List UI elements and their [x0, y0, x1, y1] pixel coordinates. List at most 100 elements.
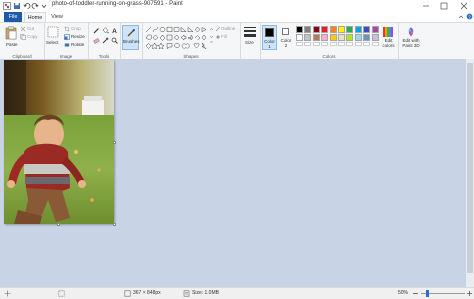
palette-color-swatch[interactable] — [371, 26, 379, 33]
palette-color-swatch[interactable] — [363, 26, 371, 33]
toddler-photo — [4, 60, 114, 224]
cut-icon[interactable] — [20, 26, 26, 32]
custom-color-slot[interactable] — [321, 42, 329, 46]
image-group: Select Crop Resize Rotate Image — [44, 23, 89, 60]
minimize-button[interactable] — [418, 0, 434, 12]
tools-group: A Tools — [88, 23, 121, 60]
edit-with-paint3d-button[interactable]: Edit with Paint 3D — [400, 25, 422, 50]
palette-color-swatch[interactable] — [346, 34, 354, 41]
paste-button[interactable]: Paste — [6, 42, 18, 47]
tab-view[interactable]: View — [48, 12, 66, 22]
collapse-ribbon-icon[interactable] — [458, 14, 464, 20]
close-button[interactable] — [456, 0, 472, 12]
svg-text:A: A — [112, 28, 117, 34]
help-icon[interactable]: ? — [466, 13, 473, 20]
crop-icon[interactable] — [64, 26, 70, 32]
brush-icon — [127, 28, 136, 37]
fill-icon[interactable] — [102, 27, 109, 34]
size-group: Size — [240, 23, 261, 60]
status-bar: 367 × 848px Size: 1.0MB 50% — [0, 287, 474, 299]
magnifier-icon[interactable] — [111, 37, 118, 44]
edit-colors-label: Edit colors — [382, 38, 395, 48]
color2-button[interactable]: Color 2 — [279, 25, 294, 50]
edit-colors-icon — [383, 27, 393, 37]
palette-color-swatch[interactable] — [321, 26, 329, 33]
custom-color-slot[interactable] — [371, 42, 379, 46]
vertical-scrollbar[interactable] — [466, 59, 474, 287]
shapes-group: Outline Fill Shapes — [142, 23, 241, 60]
fill-button[interactable]: Fill — [221, 34, 227, 39]
crop-button[interactable]: Crop — [71, 26, 81, 31]
size-button[interactable]: Size — [245, 40, 254, 45]
resize-handle-bottom[interactable] — [57, 223, 60, 226]
ribbon: Paste Cut Copy Clipboard Select Crop Res… — [0, 22, 474, 61]
zoom-in-icon[interactable] — [466, 290, 473, 297]
quick-access-dropdown-icon[interactable] — [40, 2, 48, 10]
text-icon[interactable]: A — [111, 27, 118, 34]
brushes-button[interactable]: Brushes — [122, 25, 140, 50]
cut-button[interactable]: Cut — [27, 26, 34, 31]
custom-color-slot[interactable] — [329, 42, 337, 46]
redo-icon[interactable] — [31, 2, 39, 10]
custom-color-slot[interactable] — [312, 42, 320, 46]
cursor-position-icon — [4, 290, 11, 297]
resize-icon[interactable] — [64, 34, 70, 40]
canvas-image[interactable] — [4, 60, 114, 224]
palette-color-swatch[interactable] — [346, 26, 354, 33]
color2-swatch — [282, 28, 289, 35]
custom-color-slot[interactable] — [296, 42, 303, 46]
resize-button[interactable]: Resize — [71, 34, 85, 39]
palette-color-swatch[interactable] — [312, 26, 320, 33]
palette-color-swatch[interactable] — [354, 26, 362, 33]
palette-color-swatch[interactable] — [363, 34, 371, 41]
vertical-scrollbar-thumb[interactable] — [467, 63, 473, 273]
zoom-slider-thumb[interactable] — [426, 290, 429, 297]
palette-color-swatch[interactable] — [304, 26, 312, 33]
palette-color-swatch[interactable] — [338, 34, 345, 41]
custom-color-slot[interactable] — [346, 42, 354, 46]
palette-color-swatch[interactable] — [304, 34, 312, 41]
palette-color-swatch[interactable] — [338, 26, 345, 33]
color1-button[interactable]: Color 1 — [262, 25, 277, 50]
pencil-icon[interactable] — [93, 27, 100, 34]
outline-button[interactable]: Outline — [221, 26, 235, 31]
paste-icon[interactable] — [5, 26, 17, 40]
palette-color-swatch[interactable] — [329, 34, 337, 41]
color-picker-icon[interactable] — [102, 37, 109, 44]
palette-color-swatch[interactable] — [371, 34, 379, 41]
palette-color-swatch[interactable] — [354, 34, 362, 41]
custom-color-slot[interactable] — [304, 42, 312, 46]
copy-button[interactable]: Copy — [27, 34, 38, 39]
resize-handle-right[interactable] — [113, 141, 116, 144]
resize-handle-corner[interactable] — [113, 223, 116, 226]
rotate-icon[interactable] — [64, 42, 70, 48]
save-icon[interactable] — [13, 2, 21, 10]
palette-color-swatch[interactable] — [296, 34, 303, 41]
palette-color-swatch[interactable] — [329, 26, 337, 33]
palette-color-swatch[interactable] — [312, 34, 320, 41]
undo-icon[interactable] — [23, 2, 31, 10]
select-button[interactable]: Select — [46, 40, 59, 45]
custom-color-slot[interactable] — [338, 42, 345, 46]
zoom-out-icon[interactable] — [412, 290, 419, 297]
custom-color-slot[interactable] — [354, 42, 362, 46]
color2-label: Color 2 — [280, 38, 292, 48]
tab-home[interactable]: Home — [24, 12, 46, 22]
edit-colors-button[interactable]: Edit colors — [380, 25, 397, 50]
shapes-gallery[interactable] — [145, 26, 207, 50]
tab-file[interactable]: File — [4, 12, 22, 22]
window-title: photo-of-toddler-running-on-grass-907591… — [52, 1, 183, 7]
colors-group: Color 1 Color 2 Edit colors Colors — [260, 23, 399, 60]
image-dimensions: 367 × 848px — [133, 290, 161, 296]
size-icon[interactable] — [243, 26, 257, 38]
rotate-button[interactable]: Rotate — [71, 42, 84, 47]
copy-icon[interactable] — [20, 34, 26, 40]
image-dimensions-icon — [124, 290, 131, 297]
select-icon[interactable] — [47, 26, 59, 38]
custom-color-slot[interactable] — [363, 42, 371, 46]
eraser-icon[interactable] — [93, 37, 100, 44]
palette-color-swatch[interactable] — [296, 26, 303, 33]
palette-color-swatch[interactable] — [321, 34, 329, 41]
shapes-scroll-icon[interactable] — [209, 27, 214, 45]
maximize-button[interactable] — [436, 0, 452, 12]
